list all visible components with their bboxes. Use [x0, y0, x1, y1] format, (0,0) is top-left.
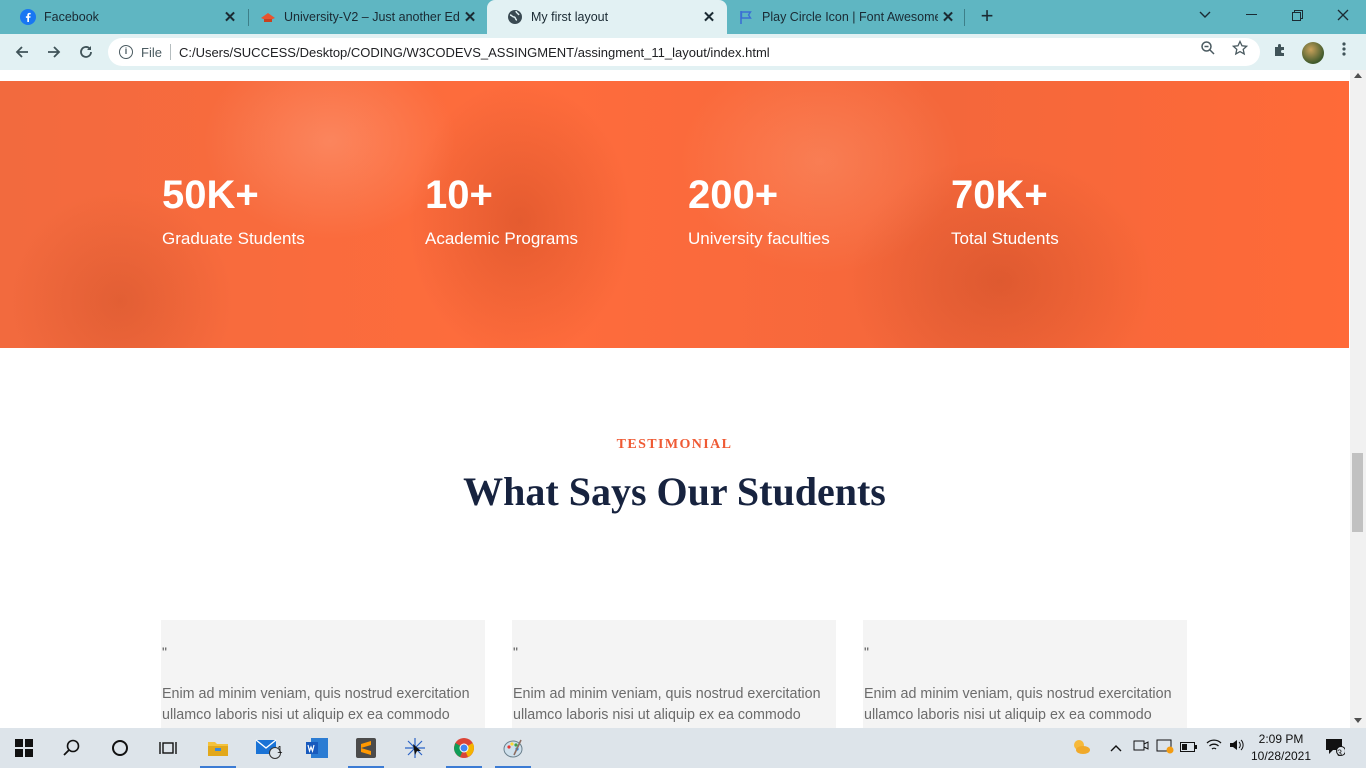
- new-tab-button[interactable]: +: [976, 5, 998, 29]
- address-divider: [169, 44, 171, 60]
- security-icon[interactable]: [1155, 738, 1175, 758]
- mail-badge: 1: [277, 745, 283, 756]
- tab-university[interactable]: University-V2 – Just another Edu ✕: [240, 0, 488, 34]
- tab-my-first-layout[interactable]: My first layout ✕: [487, 0, 727, 34]
- testimonial-text: Enim ad minim veniam, quis nostrud exerc…: [513, 686, 821, 723]
- facebook-icon: [20, 9, 36, 25]
- stat-label: University faculties: [688, 229, 830, 248]
- stat-item: 50K+ Graduate Students: [162, 171, 305, 249]
- notification-center-icon[interactable]: 3: [1322, 738, 1348, 758]
- battery-icon[interactable]: [1180, 738, 1198, 758]
- flag-icon: [738, 9, 754, 25]
- task-view-icon[interactable]: [148, 728, 188, 768]
- tab-font-awesome[interactable]: Play Circle Icon | Font Awesome ✕: [718, 0, 966, 34]
- stat-label: Academic Programs: [425, 229, 579, 248]
- snipping-tool-icon[interactable]: [395, 728, 435, 768]
- tab-close-icon[interactable]: ✕: [460, 8, 480, 26]
- bookmark-star-icon[interactable]: [1231, 39, 1249, 56]
- clock-date: 10/28/2021: [1250, 749, 1312, 763]
- system-clock[interactable]: 2:09 PM 10/28/2021: [1248, 731, 1314, 765]
- clock-time: 2:09 PM: [1258, 732, 1304, 746]
- scroll-up-arrow-icon[interactable]: [1354, 73, 1362, 78]
- testimonial-card: " Enim ad minim veniam, quis nostrud exe…: [161, 620, 485, 728]
- testimonial-text: Enim ad minim veniam, quis nostrud exerc…: [162, 686, 470, 723]
- stat-item: 200+ University faculties: [688, 171, 830, 249]
- tab-close-icon[interactable]: ✕: [699, 8, 719, 26]
- scroll-down-arrow-icon[interactable]: [1354, 718, 1362, 723]
- meet-now-icon[interactable]: [1132, 738, 1150, 758]
- file-scheme-label: File: [141, 44, 162, 60]
- testimonial-heading: What Says Our Students: [463, 469, 886, 514]
- mail-icon[interactable]: 1: [248, 728, 288, 768]
- paint-palette-icon[interactable]: [493, 728, 533, 768]
- stat-label: Total Students: [951, 229, 1059, 248]
- tab-close-icon[interactable]: ✕: [220, 8, 240, 26]
- profile-avatar[interactable]: [1302, 42, 1324, 64]
- reload-icon[interactable]: [74, 40, 98, 64]
- quote-mark: ": [162, 644, 167, 660]
- quote-mark: ": [864, 644, 869, 660]
- testimonial-text: Enim ad minim veniam, quis nostrud exerc…: [864, 686, 1172, 723]
- testimonial-card: " Enim ad minim veniam, quis nostrud exe…: [863, 620, 1187, 728]
- file-explorer-icon[interactable]: [198, 728, 238, 768]
- tab-facebook[interactable]: Facebook ✕: [0, 0, 248, 34]
- scrollbar-thumb[interactable]: [1352, 453, 1363, 532]
- info-icon[interactable]: i: [119, 45, 133, 59]
- weather-icon[interactable]: [1070, 738, 1092, 758]
- menu-kebab-icon[interactable]: [1334, 42, 1354, 62]
- stat-item: 10+ Academic Programs: [425, 171, 578, 249]
- stat-number: 10+: [425, 173, 493, 217]
- stat-number: 200+: [688, 173, 779, 217]
- zoom-icon[interactable]: [1200, 40, 1216, 56]
- university-logo-icon: [260, 9, 276, 25]
- windows-start-icon[interactable]: [4, 728, 44, 768]
- browser-toolbar: i File C:/Users/SUCCESS/Desktop/CODING/W…: [0, 34, 1366, 70]
- back-arrow-icon[interactable]: [10, 40, 34, 64]
- stats-counter-section: 50K+ Graduate Students 10+ Academic Prog…: [0, 81, 1349, 348]
- restore-icon[interactable]: [1274, 0, 1320, 30]
- vertical-scrollbar[interactable]: [1350, 70, 1366, 728]
- url-text[interactable]: C:/Users/SUCCESS/Desktop/CODING/W3CODEVS…: [179, 45, 770, 60]
- extensions-puzzle-icon[interactable]: [1270, 42, 1290, 62]
- quote-mark: ": [513, 644, 518, 660]
- chevron-up-icon[interactable]: [1108, 738, 1124, 758]
- stat-item: 70K+ Total Students: [951, 171, 1059, 249]
- address-bar[interactable]: i File C:/Users/SUCCESS/Desktop/CODING/W…: [108, 38, 1260, 66]
- stat-number: 50K+: [162, 173, 259, 217]
- globe-icon: [507, 9, 523, 25]
- testimonial-card: " Enim ad minim veniam, quis nostrud exe…: [512, 620, 836, 728]
- forward-arrow-icon[interactable]: [42, 40, 66, 64]
- browser-tab-strip: Facebook ✕ University-V2 – Just another …: [0, 0, 1366, 34]
- notification-count: 3: [1337, 748, 1343, 758]
- sublime-text-icon[interactable]: [346, 728, 386, 768]
- chrome-icon[interactable]: [444, 728, 484, 768]
- wifi-icon[interactable]: [1205, 738, 1223, 758]
- cortana-icon[interactable]: [100, 728, 140, 768]
- volume-icon[interactable]: [1228, 738, 1246, 758]
- stat-label: Graduate Students: [162, 229, 305, 248]
- stat-number: 70K+: [951, 173, 1048, 217]
- minimize-icon[interactable]: [1228, 0, 1274, 30]
- tab-search-icon[interactable]: [1182, 0, 1228, 30]
- search-icon[interactable]: [52, 728, 92, 768]
- testimonial-eyebrow: TESTIMONIAL: [616, 437, 733, 452]
- tab-divider: [964, 9, 965, 26]
- page-viewport: 50K+ Graduate Students 10+ Academic Prog…: [0, 70, 1350, 728]
- word-icon[interactable]: [297, 728, 337, 768]
- tab-close-icon[interactable]: ✕: [938, 8, 958, 26]
- windows-taskbar: 1 2:09 PM 10/28/2021 3: [0, 728, 1366, 768]
- close-window-icon[interactable]: [1320, 0, 1366, 30]
